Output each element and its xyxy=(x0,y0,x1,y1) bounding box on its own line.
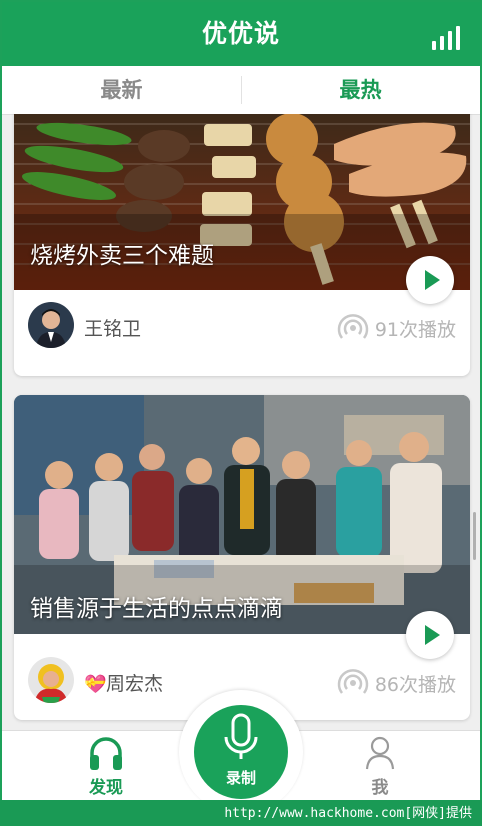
tab-hottest[interactable]: 最热 xyxy=(241,66,480,114)
nav-discover-label: 发现 xyxy=(89,778,123,798)
author-name[interactable]: 王铭卫 xyxy=(84,314,141,341)
watermark-text: http://www.hackhome.com[网侠]提供 xyxy=(224,806,472,821)
post-title[interactable]: 销售源于生活的点点滴滴 xyxy=(30,589,283,623)
play-count-text: 91次播放 xyxy=(374,318,456,341)
play-button[interactable] xyxy=(406,611,454,659)
feed-tabs: 最新 最热 xyxy=(2,66,480,115)
tab-latest[interactable]: 最新 xyxy=(2,66,241,114)
signal-icon xyxy=(337,669,369,694)
record-label: 录制 xyxy=(225,769,256,787)
play-count: 91次播放 xyxy=(337,312,456,344)
post-feed[interactable]: 烧烤外卖三个难题 王铭卫 91次播放 销售源于生活的点点滴滴 💝周宏杰 86次播… xyxy=(2,114,480,730)
user-icon xyxy=(365,736,395,770)
post-card[interactable]: 烧烤外卖三个难题 王铭卫 91次播放 xyxy=(14,114,470,376)
nav-me-label: 我 xyxy=(371,778,389,798)
stats-bars-icon[interactable] xyxy=(432,26,462,50)
play-button[interactable] xyxy=(406,256,454,304)
avatar[interactable] xyxy=(28,657,74,703)
author-name-text: 周宏杰 xyxy=(106,673,164,695)
feed-scrollbar[interactable] xyxy=(473,512,476,560)
avatar[interactable] xyxy=(28,302,74,348)
heart-icon: 💝 xyxy=(84,674,107,695)
watermark-bar: http://www.hackhome.com[网侠]提供 xyxy=(0,800,482,826)
microphone-icon xyxy=(224,713,258,759)
headphones-icon xyxy=(90,737,122,770)
record-button[interactable]: 录制 xyxy=(194,705,288,799)
post-title[interactable]: 烧烤外卖三个难题 xyxy=(30,236,214,270)
play-count: 86次播放 xyxy=(337,667,456,699)
app-title: 优优说 xyxy=(201,19,280,48)
app-frame: 优优说 最新 最热 烧烤外卖三个难题 王铭卫 91次播放 销售源于生活的点点滴滴… xyxy=(0,0,482,826)
signal-icon xyxy=(337,314,369,339)
author-name[interactable]: 💝周宏杰 xyxy=(84,669,163,696)
post-card[interactable]: 销售源于生活的点点滴滴 💝周宏杰 86次播放 xyxy=(14,395,470,720)
play-count-text: 86次播放 xyxy=(374,673,456,696)
nav-discover[interactable]: 发现 xyxy=(56,731,156,803)
nav-me[interactable]: 我 xyxy=(330,731,430,803)
app-header: 优优说 xyxy=(2,2,480,66)
